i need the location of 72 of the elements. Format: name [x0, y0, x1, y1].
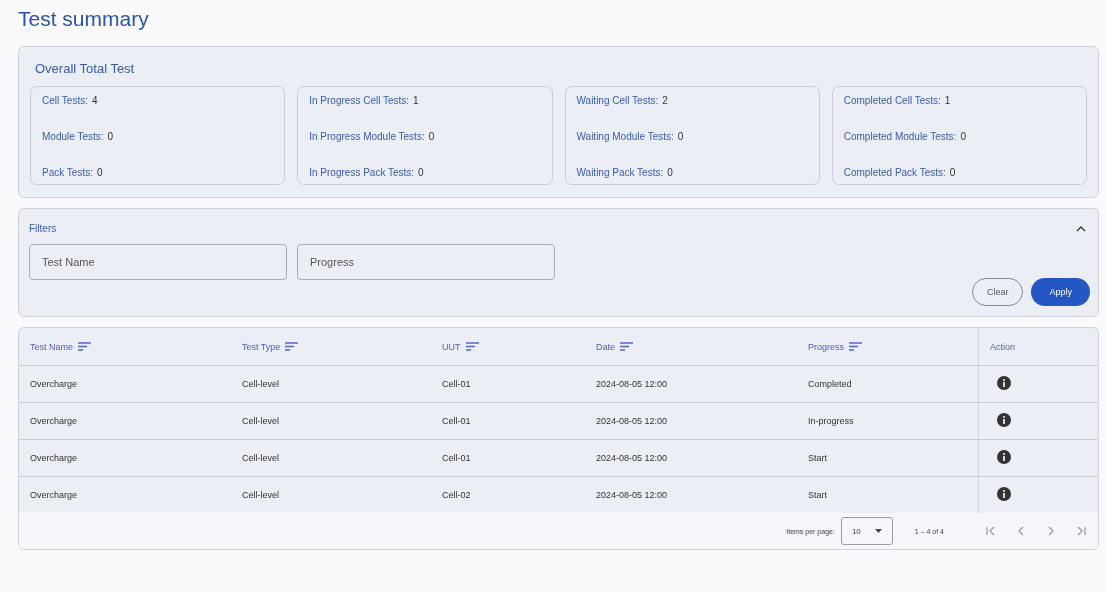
stat-label: In Progress Cell Tests:: [309, 95, 410, 106]
stat-value: 0: [667, 167, 673, 178]
column-header[interactable]: Date: [596, 341, 615, 352]
page-size-select[interactable]: 10: [840, 517, 893, 545]
stat-label: In Progress Pack Tests:: [309, 167, 415, 178]
sort-icon[interactable]: [78, 342, 91, 351]
table-cell: Overcharge: [30, 490, 78, 500]
column-header[interactable]: Test Name: [30, 341, 73, 352]
table-cell: Cell-level: [242, 379, 279, 389]
panel-title: Overall Total Test: [34, 60, 136, 78]
stat-label: Module Tests:: [42, 131, 104, 142]
filter-field[interactable]: Test Name: [29, 244, 287, 280]
stat-value: 0: [949, 167, 956, 178]
previous-page-icon[interactable]: [1016, 526, 1026, 536]
stat-value: 1: [944, 95, 951, 106]
table-cell: Overcharge: [30, 453, 78, 463]
table-cell: Cell-01: [442, 453, 471, 463]
stat-label: Cell Tests:: [42, 95, 88, 106]
column-header: Action: [990, 341, 1015, 352]
column-header[interactable]: Progress: [808, 341, 844, 352]
info-icon[interactable]: [997, 450, 1011, 464]
table-cell: Cell-01: [442, 416, 471, 426]
stat-value: 0: [418, 167, 424, 178]
column-header[interactable]: Test Type: [242, 341, 281, 352]
sort-icon[interactable]: [849, 342, 862, 351]
table-cell: Cell-01: [442, 379, 471, 389]
stat-value: 0: [960, 131, 966, 142]
last-page-icon[interactable]: [1076, 526, 1086, 536]
stat-label: Pack Tests:: [42, 167, 93, 178]
stat-label: Waiting Module Tests:: [576, 131, 674, 142]
stat-value: 2: [662, 95, 668, 106]
table-cell: Cell-02: [442, 490, 471, 500]
sort-icon[interactable]: [620, 342, 633, 351]
info-icon[interactable]: [997, 487, 1011, 501]
table-cell: Cell-level: [242, 490, 279, 500]
stat-label: Waiting Pack Tests:: [576, 167, 664, 178]
table-cell: Overcharge: [30, 416, 78, 426]
stat-value: 0: [107, 131, 114, 142]
page-title: Test summary: [18, 6, 150, 32]
chevron-icon[interactable]: [1076, 225, 1086, 232]
table-cell: Start: [808, 453, 827, 463]
stat-value: 4: [91, 95, 98, 106]
sort-icon[interactable]: [465, 342, 479, 351]
stat-value: 0: [96, 167, 103, 178]
sort-icon[interactable]: [285, 342, 299, 351]
caret-icon: [874, 529, 882, 533]
stat-value: 1: [413, 95, 419, 106]
stat-label: In Progress Module Tests:: [309, 131, 425, 142]
table-cell: 2024-08-05 12:00: [596, 416, 668, 426]
panel-title: Filters: [29, 223, 57, 234]
table-cell: 2024-08-05 12:00: [596, 379, 668, 389]
stat-value: 0: [428, 131, 435, 142]
table-cell: 2024-08-05 12:00: [596, 453, 668, 463]
info-icon[interactable]: [997, 413, 1011, 427]
table-cell: 2024-08-05 12:00: [596, 490, 668, 500]
stat-label: Completed Module Tests:: [843, 131, 957, 142]
stat-label: Completed Cell Tests:: [843, 95, 941, 106]
column-header[interactable]: UUT: [442, 341, 461, 352]
apply-button[interactable]: Apply: [1031, 278, 1090, 306]
first-page-icon[interactable]: [986, 526, 996, 536]
info-icon[interactable]: [997, 376, 1011, 390]
table-cell: In-progress: [808, 416, 854, 426]
table-cell: Cell-level: [242, 453, 279, 463]
table-cell: Start: [808, 490, 827, 500]
table-cell: Overcharge: [30, 379, 78, 389]
filter-field[interactable]: Progress: [297, 244, 555, 280]
next-page-icon[interactable]: [1046, 526, 1056, 536]
stat-label: Waiting Cell Tests:: [576, 95, 659, 106]
table-cell: Completed: [808, 379, 852, 389]
table-cell: Cell-level: [242, 416, 279, 426]
stat-value: 0: [677, 131, 684, 142]
stat-label: Completed Pack Tests:: [843, 167, 946, 178]
